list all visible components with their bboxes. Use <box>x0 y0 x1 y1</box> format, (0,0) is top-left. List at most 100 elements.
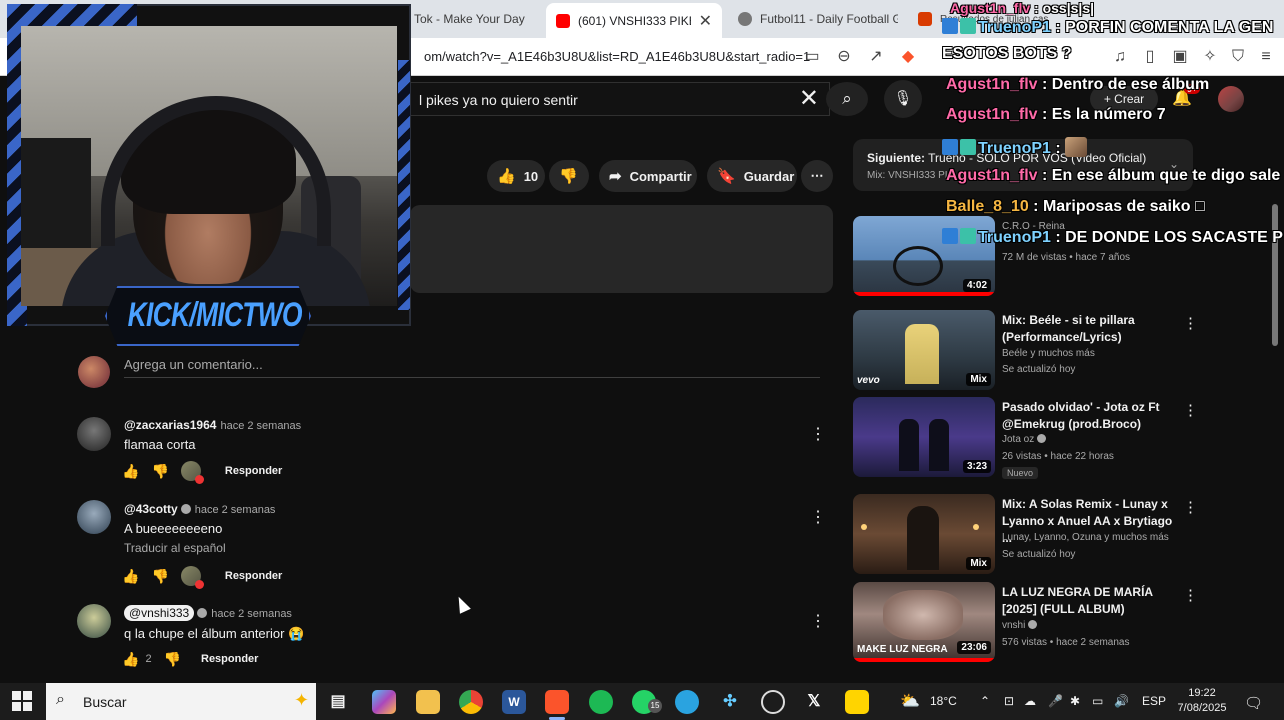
more-vertical-icon[interactable]: ⋮ <box>810 611 826 631</box>
tab-futbol11[interactable]: Futbol11 - Daily Football G <box>728 5 898 33</box>
video-thumbnail[interactable]: MAKE LUZ NEGRA 23:06 <box>853 582 995 662</box>
save-button[interactable]: 🔖 Guardar <box>707 160 797 192</box>
more-vertical-icon[interactable]: ⋮ <box>810 507 826 527</box>
more-vertical-icon[interactable]: ⋮ <box>1183 498 1198 516</box>
task-view-icon[interactable]: ▤ <box>326 690 350 714</box>
comment-time[interactable]: hace 2 semanas <box>195 504 276 516</box>
video-title[interactable]: Mix: Beéle - si te pillara (Performance/… <box>1002 312 1182 346</box>
windows-start-icon[interactable] <box>12 691 32 711</box>
tray-icon[interactable]: ⊡ <box>1004 694 1014 708</box>
taskbar-search[interactable]: ⌕ Buscar ✦ <box>46 683 316 720</box>
clear-search-icon[interactable]: ✕ <box>799 87 819 111</box>
more-vertical-icon[interactable]: ⋮ <box>810 424 826 444</box>
thumbs-down-icon[interactable]: 👎 <box>164 651 181 668</box>
video-title[interactable]: LA LUZ NEGRA DE MARÍA [2025] (FULL ALBUM… <box>1002 584 1182 618</box>
tab-youtube[interactable]: (601) VNSHI333 PIKES ✕ <box>546 3 722 38</box>
share-icon[interactable]: ↗ <box>866 47 886 67</box>
notifications-icon[interactable]: 🗨 <box>1244 694 1263 712</box>
brave-shield-icon[interactable]: ◆ <box>898 47 918 67</box>
x-icon[interactable]: 𝕏 <box>802 690 826 714</box>
vpn-icon[interactable]: ⛉ <box>1228 47 1248 67</box>
account-avatar[interactable] <box>1218 86 1244 112</box>
more-vertical-icon[interactable]: ⋮ <box>1183 401 1198 419</box>
comment-author[interactable]: @zacxarias1964 hace 2 semanas <box>124 418 301 432</box>
thumbs-up-icon[interactable]: 👍 <box>122 651 139 668</box>
author-name[interactable]: @43cotty <box>124 502 178 516</box>
reply-button[interactable]: Responder <box>225 570 282 582</box>
like-button[interactable]: 👍 10 <box>487 160 545 192</box>
wallet-icon[interactable]: ▣ <box>1170 47 1190 67</box>
file-explorer-icon[interactable] <box>416 690 440 714</box>
video-channel[interactable]: Jota oz <box>1002 434 1047 445</box>
cloud-icon[interactable]: ☁ <box>1024 694 1036 708</box>
video-channel[interactable]: vnshi <box>1002 620 1038 631</box>
reply-button[interactable]: Responder <box>201 653 258 665</box>
author-name[interactable]: @zacxarias1964 <box>124 418 216 432</box>
thumbs-up-icon[interactable]: 👍 <box>122 463 139 480</box>
leo-icon[interactable]: ✧ <box>1200 47 1220 67</box>
weather-icon[interactable]: ⛅ <box>900 691 920 711</box>
recommended-video[interactable]: Mix Mix: A Solas Remix - Lunay x Lyanno … <box>853 494 1253 574</box>
language-indicator[interactable]: ESP <box>1142 694 1166 708</box>
more-vertical-icon[interactable]: ⋮ <box>1183 586 1198 604</box>
scrollbar[interactable] <box>1272 204 1278 346</box>
volume-icon[interactable]: 🔊 <box>1114 694 1129 708</box>
video-thumbnail[interactable]: 3:23 <box>853 397 995 477</box>
bluetooth-icon[interactable]: ✱ <box>1070 694 1080 708</box>
voice-search-button[interactable]: 🎙 <box>884 80 922 118</box>
sticky-notes-icon[interactable] <box>845 690 869 714</box>
weather-temp[interactable]: 18°C <box>930 694 957 708</box>
dislike-button[interactable]: 👎 <box>549 160 589 192</box>
zoom-icon[interactable]: ⊖ <box>834 47 854 67</box>
search-input[interactable]: l pikes ya no quiero sentir ✕ <box>410 82 830 116</box>
reply-button[interactable]: Responder <box>225 465 282 477</box>
comment-author[interactable]: @43cotty hace 2 semanas <box>124 502 275 516</box>
video-channel[interactable]: Beéle y muchos más <box>1002 348 1095 359</box>
video-title[interactable]: Pasado olvidao' - Jota oz Ft @Emekrug (p… <box>1002 399 1182 433</box>
network-icon[interactable]: ▭ <box>1092 694 1103 708</box>
chrome-icon[interactable] <box>459 690 483 714</box>
avatar[interactable] <box>77 417 111 451</box>
thumbs-up-icon[interactable]: 👍 <box>122 568 139 585</box>
more-actions-button[interactable]: ⋯ <box>801 160 833 192</box>
recommended-video[interactable]: 3:23 Pasado olvidao' - Jota oz Ft @Emekr… <box>853 397 1253 479</box>
channel-name[interactable]: vnshi <box>1002 620 1025 631</box>
obs-icon[interactable] <box>761 690 785 714</box>
video-thumbnail[interactable]: Mix <box>853 494 995 574</box>
comment-time[interactable]: hace 2 semanas <box>211 608 292 620</box>
video-thumbnail[interactable]: vevo Mix <box>853 310 995 390</box>
word-icon[interactable]: W <box>502 690 526 714</box>
avatar[interactable] <box>77 500 111 534</box>
telegram-icon[interactable] <box>675 690 699 714</box>
sidebar-icon[interactable]: ▯ <box>1140 47 1160 67</box>
avatar[interactable] <box>77 604 111 638</box>
chevron-up-icon[interactable]: ⌃ <box>980 694 990 708</box>
comment-time[interactable]: hace 2 semanas <box>220 420 301 432</box>
clock[interactable]: 19:22 7/08/2025 <box>1174 686 1230 716</box>
more-vertical-icon[interactable]: ⋮ <box>1183 314 1198 332</box>
thumbs-down-icon[interactable]: 👎 <box>151 463 168 480</box>
video-channel[interactable]: Lunay, Lyanno, Ozuna y muchos más <box>1002 532 1169 543</box>
share-button[interactable]: ➦ Compartir <box>599 160 697 192</box>
spotify-icon[interactable] <box>589 690 613 714</box>
tab-tiktok[interactable]: Tok - Make Your Day <box>404 5 544 33</box>
microphone-icon[interactable]: 🎤 <box>1048 694 1063 708</box>
recommended-video[interactable]: vevo Mix Mix: Beéle - si te pillara (Per… <box>853 310 1253 390</box>
translate-link[interactable]: Traducir al español <box>124 541 226 555</box>
address-bar[interactable]: om/watch?v=_A1E46b3U8U&list=RD_A1E46b3U8… <box>424 49 810 64</box>
app-icon[interactable]: ✣ <box>718 690 742 714</box>
recommended-video[interactable]: MAKE LUZ NEGRA 23:06 LA LUZ NEGRA DE MAR… <box>853 582 1253 662</box>
close-tab-icon[interactable]: ✕ <box>699 11 712 31</box>
cast-icon[interactable]: ▭ <box>802 47 822 67</box>
menu-icon[interactable]: ≡ <box>1256 47 1276 67</box>
comment-author[interactable]: @vnshi333 hace 2 semanas <box>124 605 292 621</box>
description-box[interactable] <box>410 205 833 293</box>
channel-name[interactable]: Jota oz <box>1002 434 1034 445</box>
author-name[interactable]: @vnshi333 <box>124 605 195 621</box>
brave-icon[interactable] <box>545 690 569 720</box>
copilot-icon[interactable] <box>372 690 396 714</box>
thumbs-down-icon[interactable]: 👎 <box>151 568 168 585</box>
search-button[interactable]: ⌕ <box>826 82 868 116</box>
comment-input[interactable]: Agrega un comentario... <box>124 357 263 372</box>
music-icon[interactable]: ♫ <box>1110 47 1130 67</box>
